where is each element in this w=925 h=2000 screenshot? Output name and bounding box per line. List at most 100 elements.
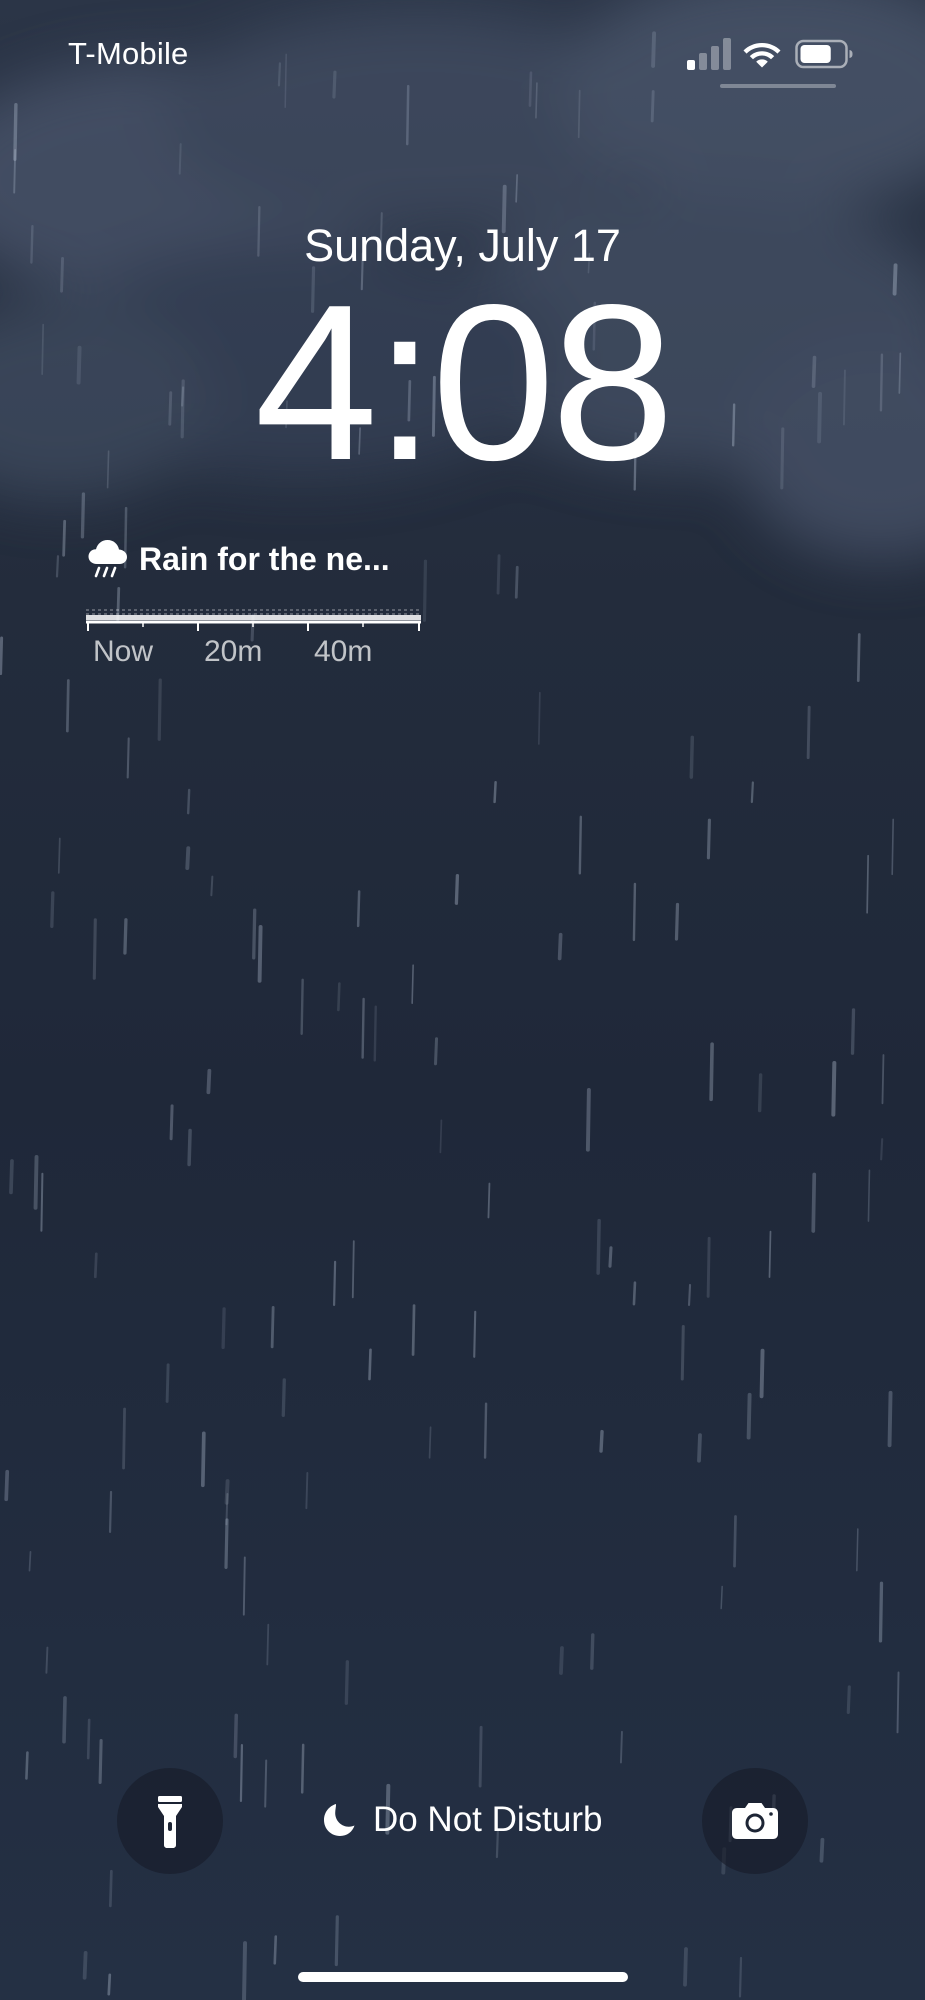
rain-streak: [9, 1159, 14, 1195]
rain-streak: [709, 1042, 714, 1102]
rain-streak: [351, 1240, 355, 1299]
camera-icon: [732, 1803, 778, 1839]
rain-streak: [93, 1252, 98, 1279]
weather-widget[interactable]: Rain for the ne... Now 20m 40m: [86, 535, 436, 675]
rain-streak: [334, 1915, 339, 1967]
rain-streak: [896, 1671, 900, 1734]
rain-streak: [45, 1646, 49, 1674]
rain-streak: [252, 908, 257, 960]
rain-streak: [187, 1128, 192, 1167]
rain-streak: [356, 890, 361, 928]
wifi-icon: [743, 43, 781, 68]
moon-icon: [323, 1804, 354, 1836]
rain-streak: [169, 1104, 174, 1141]
rain-streak: [846, 1685, 851, 1714]
rain-streak: [831, 1061, 837, 1117]
rain-streak: [515, 174, 518, 203]
rain-streak: [806, 705, 811, 760]
rain-streak: [697, 1433, 702, 1463]
rain-streak: [856, 1528, 859, 1572]
rain-streak: [109, 1869, 113, 1908]
rain-streak: [361, 997, 365, 1059]
rain-streak: [537, 691, 541, 745]
rain-streak: [596, 1218, 601, 1275]
rain-streak: [55, 555, 60, 578]
rain-streak: [759, 1348, 765, 1399]
rain-streak: [257, 924, 263, 983]
rain-streak: [185, 846, 191, 870]
battery-icon: [795, 39, 853, 69]
rain-streak: [300, 978, 304, 1035]
rain-streak: [632, 882, 637, 942]
rain-streak: [157, 678, 162, 741]
rain-streak: [28, 1550, 32, 1572]
chart-label-20m: 20m: [204, 635, 263, 668]
rain-streak: [242, 1941, 248, 2000]
rain-streak: [242, 1556, 246, 1616]
rain-streak: [867, 1169, 871, 1222]
rain-streak: [706, 1236, 711, 1298]
rain-streak: [850, 1008, 856, 1055]
rain-streak: [733, 1515, 737, 1568]
rain-streak: [206, 1068, 212, 1095]
rain-streak: [373, 1005, 377, 1062]
rain-streak: [881, 1054, 885, 1105]
rain-streak: [750, 781, 754, 804]
rain-streak: [632, 1281, 637, 1306]
rain-streak: [683, 1947, 688, 1987]
rain-streak: [411, 964, 414, 1004]
rain-streak: [186, 788, 191, 815]
rain-streak: [608, 1246, 613, 1268]
rain-streak: [178, 143, 182, 175]
signal-bar: [687, 60, 695, 70]
rain-streak: [674, 902, 680, 941]
rain-streak: [619, 1730, 623, 1764]
rain-streak: [57, 837, 61, 874]
rain-streak: [305, 1472, 309, 1510]
chart-label-40m: 40m: [314, 635, 373, 668]
rain-streak: [738, 1956, 743, 1998]
control-center-handle[interactable]: [720, 84, 836, 88]
rain-streak: [92, 918, 97, 980]
camera-button[interactable]: [702, 1768, 808, 1874]
rain-streak: [478, 1725, 483, 1788]
rain-streak: [221, 1307, 226, 1350]
rain-streak: [50, 891, 55, 929]
clock-time: 4:08: [254, 259, 674, 507]
rain-streak: [344, 1660, 349, 1705]
rain-streak: [856, 633, 861, 682]
rain-streak: [300, 1743, 305, 1794]
rain-streak: [411, 1304, 416, 1356]
rain-streak: [891, 818, 894, 876]
rain-streak: [887, 1390, 893, 1448]
rain-streak: [126, 737, 130, 779]
rain-streak: [210, 875, 214, 897]
rain-streak: [40, 1172, 44, 1232]
rain-streak: [86, 1718, 91, 1760]
rain-streak: [439, 1119, 443, 1154]
rain-streak: [13, 102, 18, 161]
rain-streak: [689, 735, 695, 779]
rain-streak: [62, 1696, 67, 1744]
rain-streak: [332, 1260, 337, 1307]
rain-streak: [123, 918, 128, 955]
rain-streak: [757, 1073, 763, 1113]
signal-bar: [711, 46, 719, 70]
rain-streak: [82, 1950, 88, 1980]
rain-streak: [80, 492, 86, 539]
rain-streak: [62, 519, 67, 557]
rain-streak: [233, 1713, 239, 1759]
rain-streak: [25, 1751, 29, 1780]
rain-streak: [687, 1283, 692, 1307]
rain-streak: [122, 1407, 126, 1470]
rain-streak: [4, 1469, 10, 1502]
rain-cloud-icon: [88, 540, 127, 578]
status-icons: [687, 36, 867, 76]
precipitation-chart: [86, 609, 421, 631]
weather-widget-title: Rain for the ne...: [139, 541, 390, 577]
home-indicator[interactable]: [298, 1972, 628, 1982]
rain-streak: [368, 1348, 372, 1381]
rain-streak: [98, 1738, 103, 1784]
rain-streak: [557, 932, 563, 961]
rain-streak: [0, 636, 4, 676]
